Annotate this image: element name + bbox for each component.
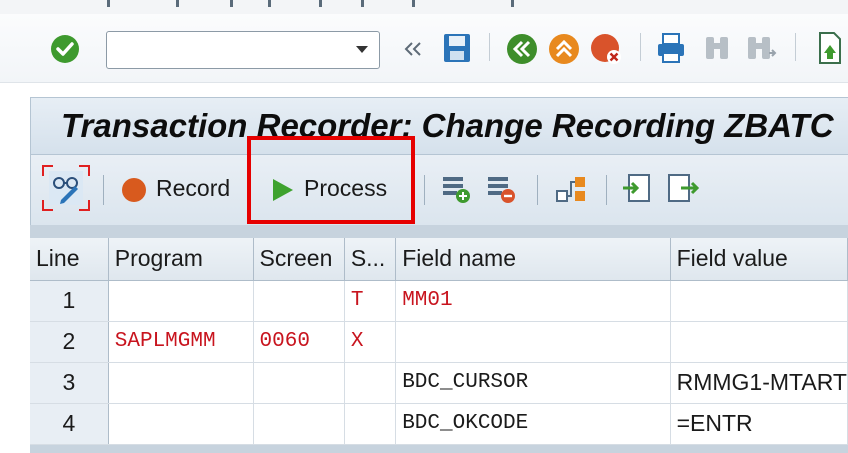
save-icon[interactable] (442, 32, 472, 64)
process-button[interactable]: Process (271, 171, 393, 207)
field-name-cell[interactable] (395, 321, 671, 363)
page-title: Transaction Recorder: Change Recording Z… (61, 107, 834, 144)
display-change-icon[interactable] (41, 164, 91, 212)
field-value-cell[interactable] (670, 280, 848, 322)
field-name-cell[interactable]: MM01 (395, 280, 671, 322)
toolbar-separator (247, 175, 248, 205)
table-row[interactable]: 2 SAPLMGMM 0060 X (30, 321, 848, 363)
screen-cell[interactable] (253, 280, 345, 322)
line-cell: 3 (30, 362, 109, 404)
menu-bar (0, 0, 848, 14)
line-cell: 2 (30, 321, 109, 363)
field-name-cell[interactable]: BDC_OKCODE (395, 403, 671, 445)
exit-icon[interactable] (548, 33, 580, 65)
import-icon[interactable] (667, 173, 699, 205)
recording-table-container: Line Program Screen S... Field name Fiel… (30, 225, 848, 453)
column-header-field-name[interactable]: Field name (395, 238, 671, 281)
table-header-row: Line Program Screen S... Field name Fiel… (30, 238, 848, 281)
toolbar-separator (424, 175, 425, 205)
toolbar-separator (606, 175, 607, 205)
menu-item-fragment[interactable] (268, 0, 271, 7)
cancel-icon[interactable] (590, 33, 622, 65)
field-value-cell[interactable] (670, 321, 848, 363)
program-cell[interactable] (108, 280, 254, 322)
application-toolbar: Record Process (30, 155, 848, 225)
recording-table: Line Program Screen S... Field name Fiel… (30, 238, 848, 445)
title-bar: Transaction Recorder: Change Recording Z… (30, 97, 848, 155)
field-value-cell[interactable]: RMMG1-MTART (670, 362, 848, 404)
column-header-screen[interactable]: Screen (253, 238, 345, 281)
menu-item-fragment[interactable] (176, 0, 179, 7)
record-button[interactable]: Record (121, 171, 233, 207)
field-value-cell[interactable]: =ENTR (670, 403, 848, 445)
hierarchy-icon[interactable] (555, 173, 589, 205)
menu-item-fragment[interactable] (230, 0, 233, 7)
menu-item-fragment[interactable] (107, 0, 110, 7)
toolbar-separator (537, 175, 538, 205)
chevron-down-icon[interactable] (356, 46, 368, 53)
menu-item-fragment[interactable] (319, 0, 322, 7)
table-row[interactable]: 1 T MM01 (30, 280, 848, 322)
table-row[interactable]: 4 BDC_OKCODE =ENTR (30, 403, 848, 445)
system-toolbar (0, 14, 848, 83)
play-icon (273, 179, 293, 201)
process-button-label: Process (304, 175, 388, 201)
insert-row-icon[interactable] (441, 175, 473, 205)
line-cell: 4 (30, 403, 109, 445)
screen-cell[interactable]: 0060 (253, 321, 345, 363)
find-icon[interactable] (703, 33, 731, 63)
enter-icon[interactable] (50, 34, 80, 64)
start-cell[interactable]: X (344, 321, 397, 363)
toolbar-separator (640, 33, 641, 61)
start-cell[interactable]: T (344, 280, 397, 322)
delete-row-icon[interactable] (486, 175, 518, 205)
find-next-icon[interactable] (745, 33, 777, 63)
column-header-field-value[interactable]: Field value (670, 238, 848, 281)
column-header-line[interactable]: Line (30, 238, 109, 281)
program-cell[interactable] (108, 362, 254, 404)
command-field[interactable] (106, 31, 380, 69)
start-cell[interactable] (344, 362, 397, 404)
menu-item-fragment[interactable] (361, 0, 364, 7)
toolbar-separator (103, 175, 104, 205)
record-icon (122, 178, 146, 202)
line-cell: 1 (30, 280, 109, 322)
program-cell[interactable] (108, 403, 254, 445)
toolbar-separator (795, 33, 796, 61)
column-header-program[interactable]: Program (108, 238, 254, 281)
program-cell[interactable]: SAPLMGMM (108, 321, 254, 363)
field-name-cell[interactable]: BDC_CURSOR (395, 362, 671, 404)
table-row[interactable]: 3 BDC_CURSOR RMMG1-MTART (30, 362, 848, 404)
back-double-chevron-icon[interactable] (402, 40, 424, 58)
menu-item-fragment[interactable] (511, 0, 514, 7)
export-icon[interactable] (621, 173, 653, 205)
toolbar-separator (489, 33, 490, 61)
screen-cell[interactable] (253, 403, 345, 445)
start-cell[interactable] (344, 403, 397, 445)
column-header-start[interactable]: S... (344, 238, 397, 281)
screen-cell[interactable] (253, 362, 345, 404)
first-page-icon[interactable] (812, 31, 842, 65)
menu-item-fragment[interactable] (412, 0, 415, 7)
back-icon[interactable] (506, 33, 538, 65)
print-icon[interactable] (656, 32, 686, 64)
record-button-label: Record (156, 175, 231, 201)
